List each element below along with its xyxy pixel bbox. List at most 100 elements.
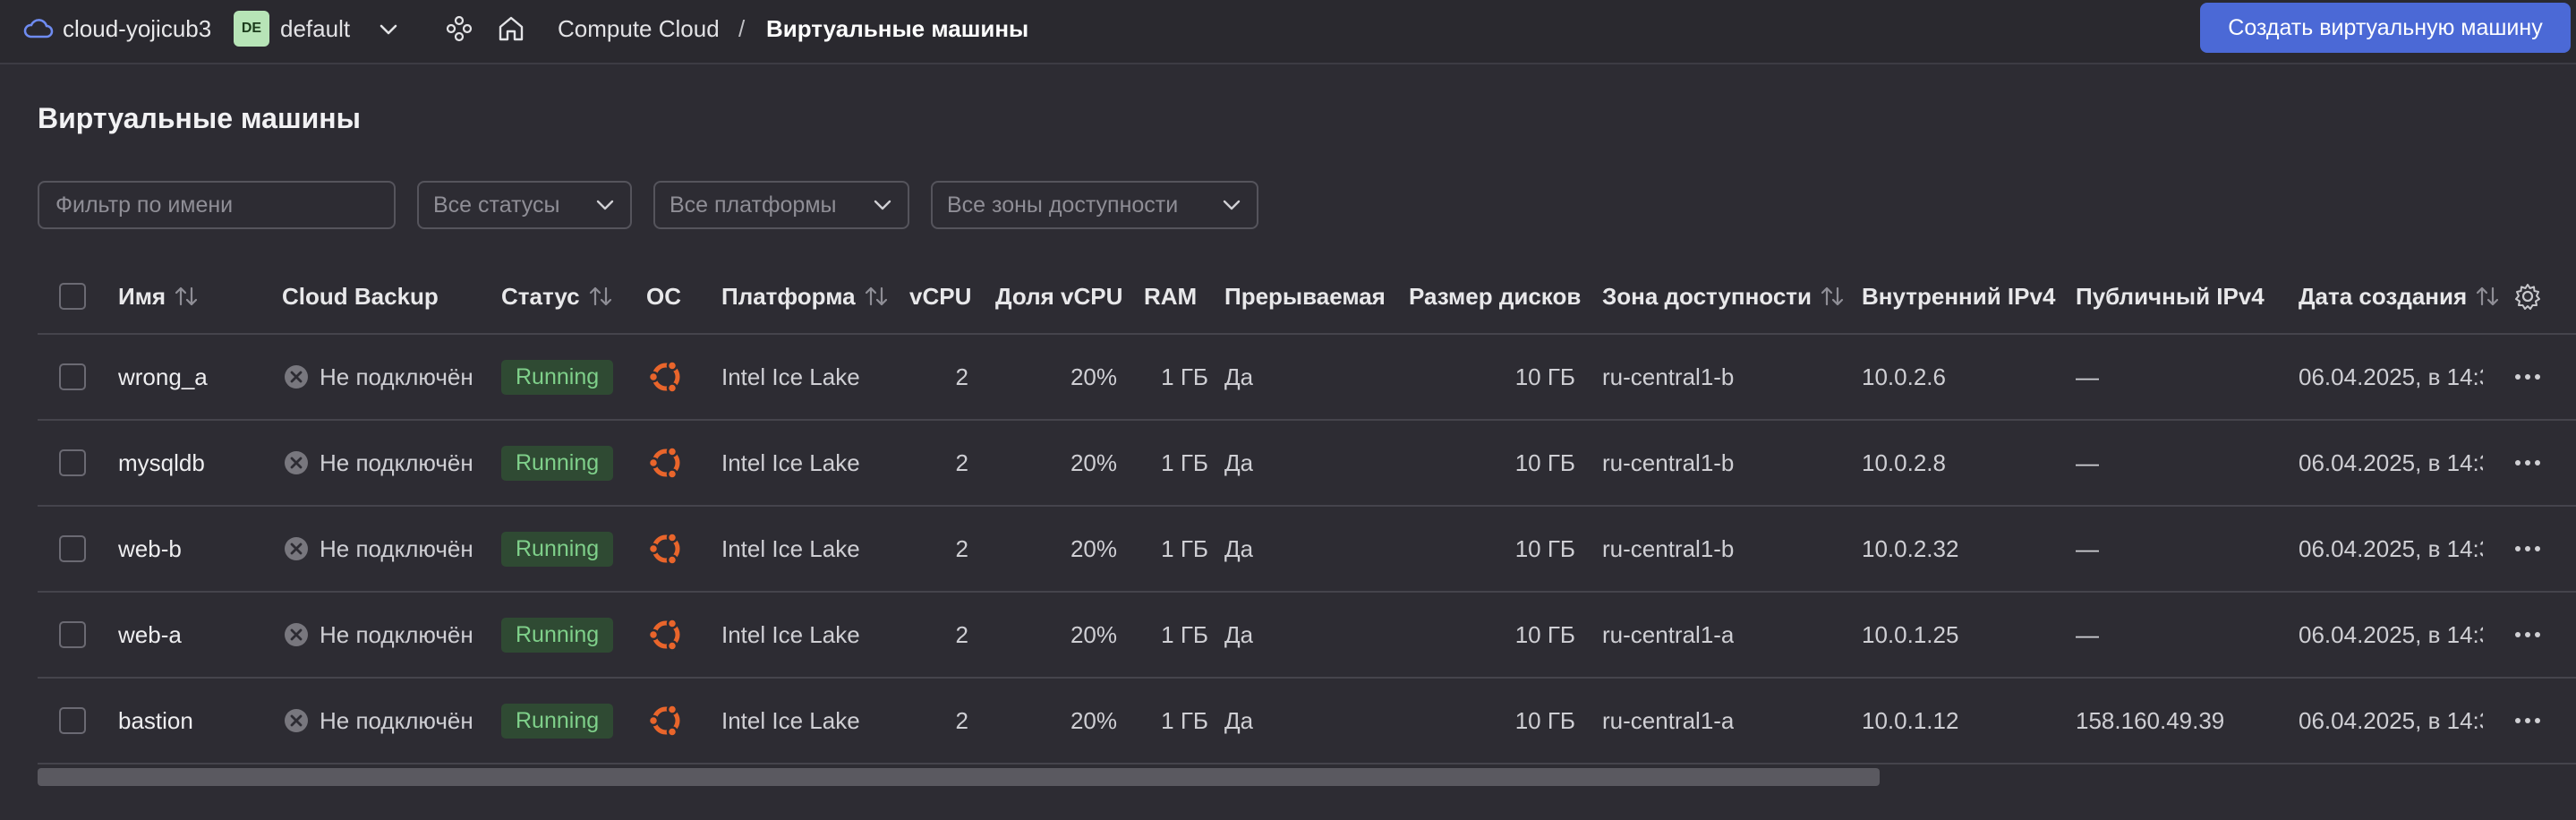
horizontal-scrollbar[interactable] bbox=[38, 768, 1880, 786]
sort-icon[interactable] bbox=[587, 285, 614, 308]
col-name[interactable]: Имя bbox=[118, 260, 200, 333]
backup-status: Не подключён bbox=[284, 593, 473, 677]
table-row[interactable]: web-b Не подключён Running Intel Ice Lake 2 2… bbox=[38, 507, 2576, 593]
created-date: 06.04.2025, в 14:3 bbox=[2299, 620, 2483, 648]
ubuntu-icon bbox=[644, 593, 687, 677]
preemptible: Да bbox=[1224, 448, 1254, 476]
ram: 1 ГБ bbox=[1161, 534, 1208, 562]
vcpu: 2 bbox=[955, 706, 968, 734]
internal-ip: 10.0.2.6 bbox=[1862, 363, 1946, 390]
top-bar: cloud-yojicub3 DE default Compute Cloud … bbox=[0, 0, 2576, 64]
platform-filter[interactable]: Все платформы bbox=[653, 181, 909, 229]
more-actions-icon[interactable] bbox=[2510, 421, 2546, 505]
folder-name[interactable]: default bbox=[280, 13, 350, 45]
create-vm-button[interactable]: Создать виртуальную машину bbox=[2200, 3, 2571, 53]
not-connected-icon bbox=[284, 536, 309, 561]
home-icon[interactable] bbox=[496, 14, 526, 43]
vm-name[interactable]: wrong_a bbox=[118, 335, 208, 419]
col-name-label: Имя bbox=[118, 282, 166, 310]
ram: 1 ГБ bbox=[1161, 448, 1208, 476]
row-checkbox[interactable] bbox=[59, 593, 86, 677]
backup-status: Не подключён bbox=[284, 679, 473, 763]
vcpu: 2 bbox=[955, 448, 968, 476]
col-status[interactable]: Статус bbox=[501, 260, 614, 333]
preemptible: Да bbox=[1224, 534, 1254, 562]
sort-icon[interactable] bbox=[863, 285, 890, 308]
breadcrumb-service[interactable]: Compute Cloud bbox=[558, 13, 720, 45]
zone: ru-central1-a bbox=[1602, 620, 1735, 648]
preemptible: Да bbox=[1224, 620, 1254, 648]
gear-icon[interactable] bbox=[2510, 260, 2546, 333]
col-platform[interactable]: Платформа bbox=[721, 260, 890, 333]
not-connected-icon bbox=[284, 622, 309, 647]
status-badge: Running bbox=[501, 335, 614, 419]
internal-ip: 10.0.2.32 bbox=[1862, 534, 1959, 562]
not-connected-icon bbox=[284, 450, 309, 475]
status-badge-label: Running bbox=[501, 531, 614, 567]
ubuntu-icon bbox=[644, 679, 687, 763]
status-filter[interactable]: Все статусы bbox=[417, 181, 632, 229]
backup-status-label: Не подключён bbox=[320, 706, 473, 734]
backup-status: Не подключён bbox=[284, 335, 473, 419]
col-preemptible: Прерываемая bbox=[1224, 282, 1386, 310]
zone-filter[interactable]: Все зоны доступности bbox=[931, 181, 1258, 229]
chevron-down-icon bbox=[594, 194, 616, 216]
name-filter-input[interactable] bbox=[54, 191, 380, 219]
more-actions-icon[interactable] bbox=[2510, 679, 2546, 763]
backup-status-label: Не подключён bbox=[320, 363, 473, 390]
backup-status-label: Не подключён bbox=[320, 448, 473, 476]
col-created[interactable]: Дата создания bbox=[2299, 260, 2501, 333]
select-all-checkbox[interactable] bbox=[59, 260, 86, 333]
more-actions-icon[interactable] bbox=[2510, 507, 2546, 591]
vm-name[interactable]: mysqldb bbox=[118, 421, 205, 505]
platform: Intel Ice Lake bbox=[721, 363, 860, 390]
table-row[interactable]: mysqldb Не подключён Running Intel Ice Lake… bbox=[38, 421, 2576, 507]
name-filter[interactable] bbox=[38, 181, 396, 229]
vcpu-share: 20% bbox=[1070, 534, 1117, 562]
not-connected-icon bbox=[284, 708, 309, 733]
ubuntu-icon bbox=[644, 421, 687, 505]
row-checkbox[interactable] bbox=[59, 679, 86, 763]
created-date: 06.04.2025, в 14:3 bbox=[2299, 706, 2483, 734]
sort-icon[interactable] bbox=[2474, 285, 2501, 308]
more-actions-icon[interactable] bbox=[2510, 593, 2546, 677]
sort-icon[interactable] bbox=[173, 285, 200, 308]
created-date: 06.04.2025, в 14:3 bbox=[2299, 534, 2483, 562]
backup-status: Не подключён bbox=[284, 421, 473, 505]
status-filter-value: Все статусы bbox=[433, 192, 560, 218]
internal-ip: 10.0.1.12 bbox=[1862, 706, 1959, 734]
col-zone-label: Зона доступности bbox=[1602, 282, 1813, 310]
table-row[interactable]: web-a Не подключён Running Intel Ice Lake 2 2… bbox=[38, 593, 2576, 679]
vm-name[interactable]: bastion bbox=[118, 679, 193, 763]
status-badge-label: Running bbox=[501, 445, 614, 481]
breadcrumb-separator: / bbox=[738, 14, 746, 42]
row-checkbox[interactable] bbox=[59, 335, 86, 419]
zone: ru-central1-a bbox=[1602, 706, 1735, 734]
row-checkbox[interactable] bbox=[59, 421, 86, 505]
status-badge: Running bbox=[501, 593, 614, 677]
col-disk-size: Размер дисков bbox=[1409, 282, 1582, 310]
backup-status-label: Не подключён bbox=[320, 534, 473, 562]
status-badge-label: Running bbox=[501, 703, 614, 739]
vm-name[interactable]: web-a bbox=[118, 593, 182, 677]
table-row[interactable]: bastion Не подключён Running Intel Ice Lake… bbox=[38, 679, 2576, 764]
col-ram: RAM bbox=[1144, 282, 1198, 310]
sort-icon[interactable] bbox=[1819, 285, 1846, 308]
col-backup: Cloud Backup bbox=[282, 282, 439, 310]
not-connected-icon bbox=[284, 364, 309, 389]
chevron-down-icon[interactable] bbox=[375, 16, 402, 43]
public-ip: — bbox=[2076, 363, 2099, 390]
services-icon[interactable] bbox=[445, 14, 473, 43]
internal-ip: 10.0.2.8 bbox=[1862, 448, 1946, 476]
col-zone[interactable]: Зона доступности bbox=[1602, 260, 1846, 333]
created-date: 06.04.2025, в 14:3 bbox=[2299, 363, 2483, 390]
more-actions-icon[interactable] bbox=[2510, 335, 2546, 419]
table-row[interactable]: wrong_a Не подключён Running Intel Ice Lake… bbox=[38, 335, 2576, 421]
cloud-selector[interactable]: cloud-yojicub3 bbox=[23, 13, 211, 45]
disk-size: 10 ГБ bbox=[1514, 534, 1575, 562]
vm-name[interactable]: web-b bbox=[118, 507, 182, 591]
row-checkbox[interactable] bbox=[59, 507, 86, 591]
cloud-name: cloud-yojicub3 bbox=[63, 14, 212, 42]
col-vcpu: vCPU bbox=[909, 282, 972, 310]
preemptible: Да bbox=[1224, 363, 1254, 390]
